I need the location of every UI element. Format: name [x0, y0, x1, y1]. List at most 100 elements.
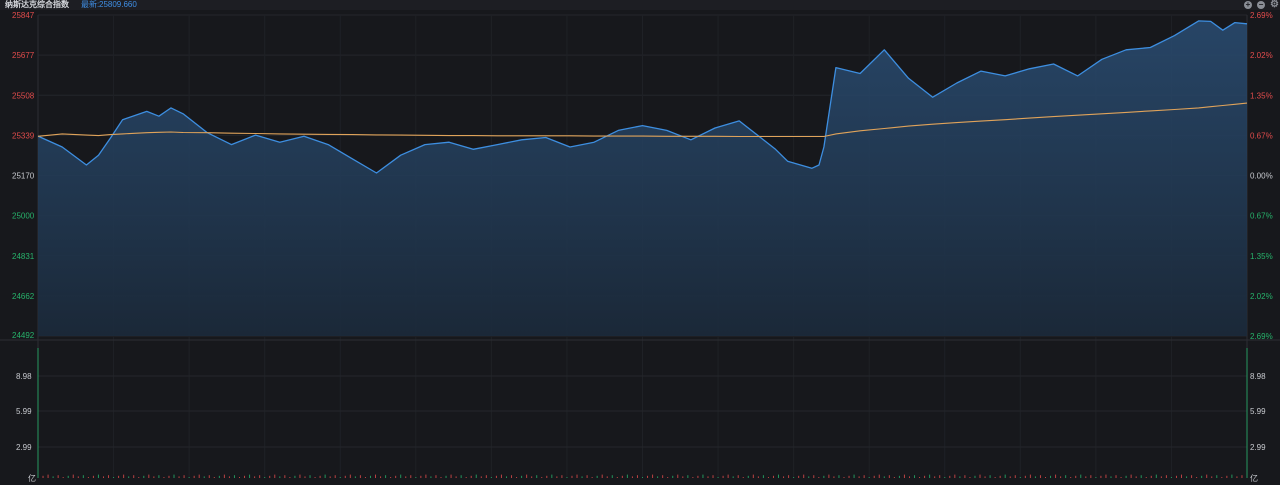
y-tick-label-left: 25170 [12, 172, 35, 181]
volume-bar [636, 475, 638, 478]
volume-bar [1029, 474, 1031, 478]
volume-bar [400, 474, 402, 478]
volume-bar [949, 475, 951, 478]
volume-bar [304, 476, 306, 478]
volume-bar [566, 477, 568, 478]
volume-bar [898, 475, 900, 478]
volume-bar [732, 476, 734, 478]
y-tick-label-right: 1.35% [1250, 91, 1273, 100]
volume-bar [969, 477, 971, 478]
volume-bar [1125, 475, 1127, 478]
y-tick-label-left: 25847 [12, 11, 35, 20]
volume-bar [1221, 477, 1223, 478]
volume-bar [521, 475, 523, 478]
volume-bar [672, 475, 674, 478]
y-tick-label-left: 24662 [12, 292, 35, 301]
volume-bar [772, 475, 774, 478]
volume-bar [1004, 474, 1006, 478]
volume-bar [697, 475, 699, 478]
volume-bar [47, 474, 49, 478]
volume-bar [616, 477, 618, 478]
volume-bar [576, 474, 578, 478]
volume-bar [893, 477, 895, 478]
volume-bar [737, 475, 739, 478]
volume-bar [369, 475, 371, 478]
volume-bar [410, 475, 412, 478]
y-tick-label-right: 2.02% [1250, 292, 1273, 301]
y-tick-label-left: 25339 [12, 131, 35, 140]
volume-bar [868, 477, 870, 478]
volume-bar [1160, 476, 1162, 478]
volume-tick-label-left: 5.99 [16, 407, 32, 416]
volume-bar [581, 476, 583, 478]
intraday-chart: 25847 25677 25508 25339 25170 25000 24831 24662… [0, 11, 1280, 483]
volume-bar [687, 475, 689, 478]
volume-tick-label-left: 亿 [28, 473, 36, 483]
volume-bar [1105, 474, 1107, 478]
volume-bar [470, 475, 472, 478]
volume-bar [269, 475, 271, 478]
volume-bar [1065, 475, 1067, 478]
volume-bar [626, 474, 628, 478]
volume-bar [415, 477, 417, 478]
y-tick-label-right: 2.69% [1250, 11, 1273, 20]
volume-bar [168, 475, 170, 478]
y-tick-label-left: 25677 [12, 51, 35, 60]
volume-bar [1085, 476, 1087, 478]
volume-bar [863, 475, 865, 478]
volume-bar [1070, 477, 1072, 478]
volume-bar [364, 477, 366, 478]
volume-bar [994, 477, 996, 478]
volume-bar [631, 476, 633, 478]
volume-bar [919, 477, 921, 478]
volume-bar [77, 476, 79, 478]
volume-bar [1186, 476, 1188, 478]
volume-bar [1050, 475, 1052, 478]
volume-bar [1145, 477, 1147, 478]
chart-window: 纳斯达克综合指数 最新: 25809.660 + − ⚙ 25847 25677 2… [0, 0, 1280, 485]
volume-bar [667, 477, 669, 478]
volume-bar [818, 477, 820, 478]
volume-bar [1216, 475, 1218, 478]
volume-bar [586, 475, 588, 478]
volume-bar [455, 476, 457, 478]
volume-bar [1080, 474, 1082, 478]
volume-bar [974, 475, 976, 478]
volume-bar [762, 475, 764, 478]
volume-bar [858, 476, 860, 478]
volume-tick-label-right: 亿 [1250, 473, 1258, 483]
volume-bar [682, 476, 684, 478]
volume-bar [546, 475, 548, 478]
volume-bar [1140, 475, 1142, 478]
volume-bar [118, 475, 120, 478]
volume-bar [259, 475, 261, 478]
volume-bar [1024, 475, 1026, 478]
volume-bar [793, 477, 795, 478]
y-tick-label-right: 0.67% [1250, 212, 1273, 221]
volume-bar [385, 475, 387, 478]
volume-bar [571, 475, 573, 478]
volume-bar [511, 475, 513, 478]
volume-bar [908, 476, 910, 478]
volume-bar [249, 474, 251, 478]
volume-bar [1110, 476, 1112, 478]
volume-bar [158, 475, 160, 478]
volume-bar [883, 476, 885, 478]
volume-bar [1201, 475, 1203, 478]
volume-bar [1115, 475, 1117, 478]
volume-bar [274, 474, 276, 478]
volume-bar [944, 477, 946, 478]
volume-bar [244, 475, 246, 478]
y-tick-label-right: 1.35% [1250, 252, 1273, 261]
volume-bar [62, 477, 64, 478]
volume-bar [349, 474, 351, 478]
volume-bar [500, 474, 502, 478]
volume-bar [788, 475, 790, 478]
volume-bar [87, 477, 89, 478]
volume-bar [531, 476, 533, 478]
volume-bar [1175, 475, 1177, 478]
volume-bar [747, 475, 749, 478]
volume-bar [329, 476, 331, 478]
volume-bar [828, 474, 830, 478]
volume-bar [712, 475, 714, 478]
